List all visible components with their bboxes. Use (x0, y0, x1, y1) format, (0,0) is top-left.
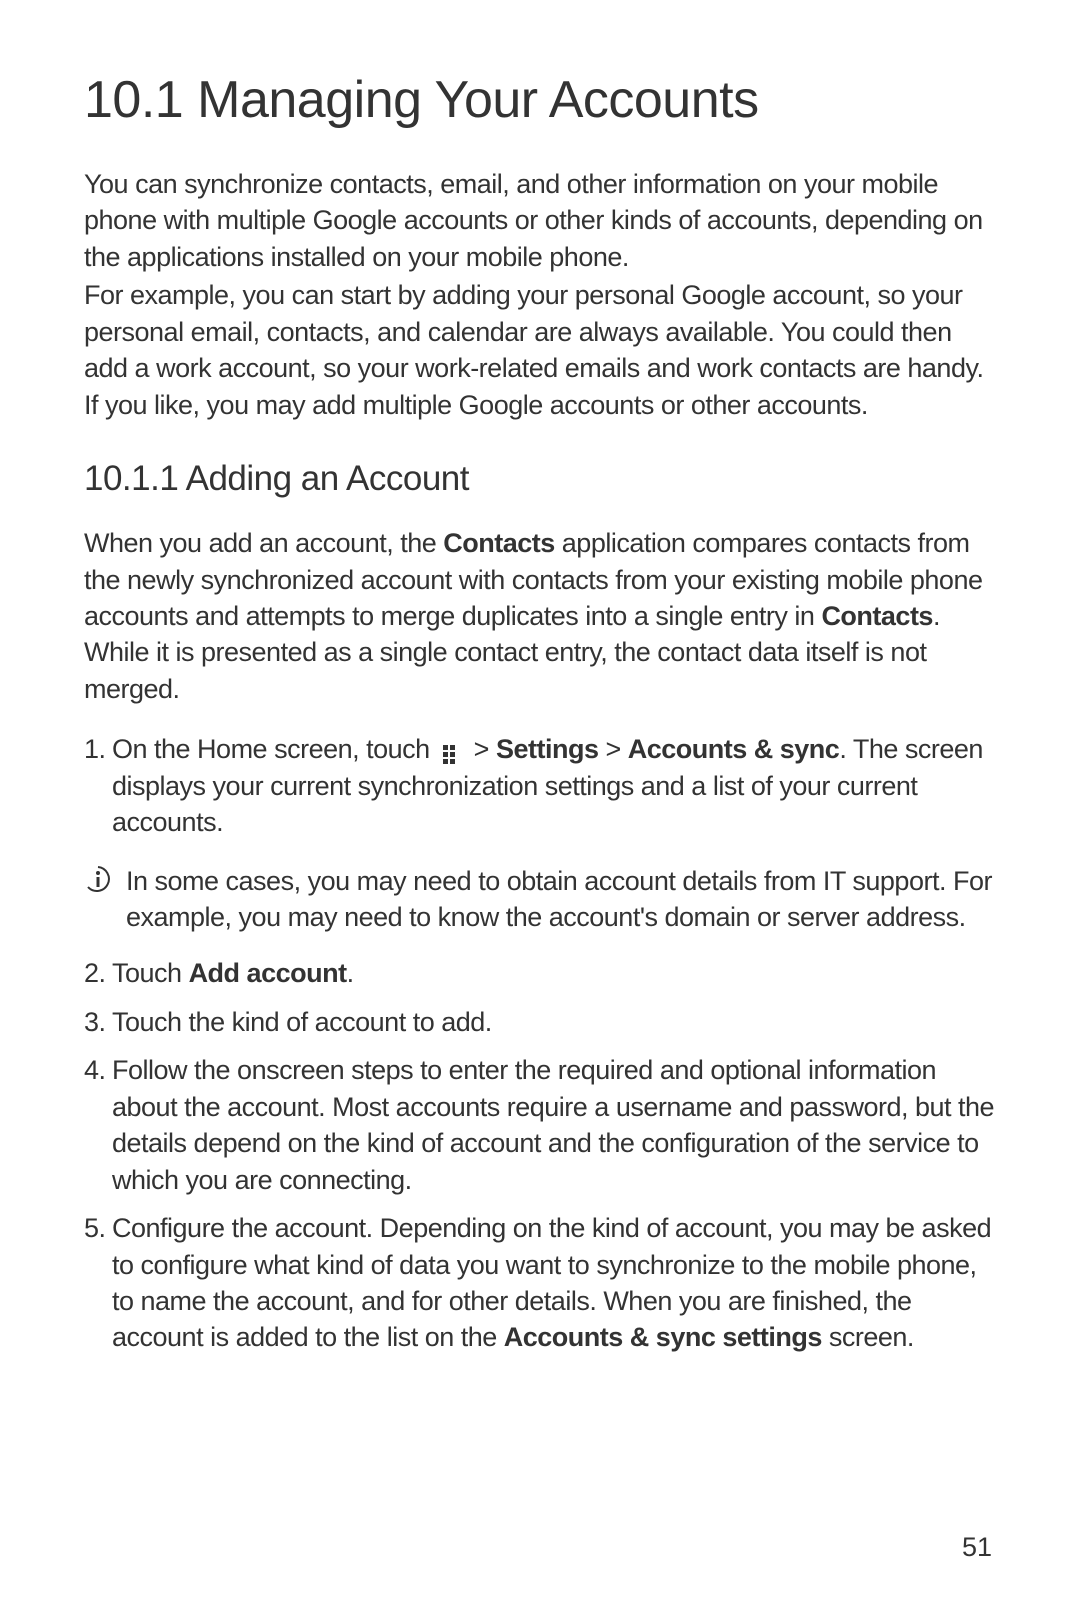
steps-list: 1. On the Home screen, touch > Settings … (84, 731, 996, 840)
step-1: 1. On the Home screen, touch > Settings … (84, 731, 996, 840)
text-fragment: . (347, 958, 354, 988)
step-4: 4. Follow the onscreen steps to enter th… (84, 1052, 996, 1198)
subsection-paragraph: When you add an account, the Contacts ap… (84, 525, 996, 707)
step-number: 2. (84, 955, 106, 991)
step-number: 4. (84, 1052, 106, 1088)
text-fragment: Follow the onscreen steps to enter the r… (112, 1055, 994, 1194)
bold-text: Settings (496, 734, 599, 764)
section-heading: 10.1 Managing Your Accounts (84, 70, 996, 130)
text-fragment: When you add an account, the (84, 528, 443, 558)
text-fragment: screen. (822, 1322, 914, 1352)
step-5: 5. Configure the account. Depending on t… (84, 1210, 996, 1356)
text-fragment: Touch (112, 958, 189, 988)
step-number: 1. (84, 731, 106, 767)
bold-text: Accounts & sync settings (504, 1322, 822, 1352)
bold-text: Contacts (821, 601, 933, 631)
bold-text: Accounts & sync (628, 734, 840, 764)
text-fragment: Touch the kind of account to add. (112, 1007, 492, 1037)
step-number: 3. (84, 1004, 106, 1040)
steps-list-cont: 2. Touch Add account. 3. Touch the kind … (84, 955, 996, 1355)
step-2: 2. Touch Add account. (84, 955, 996, 991)
step-number: 5. (84, 1210, 106, 1246)
step-3: 3. Touch the kind of account to add. (84, 1004, 996, 1040)
bold-text: Contacts (443, 528, 555, 558)
bold-text: Add account (189, 958, 347, 988)
apps-grid-icon (441, 738, 463, 760)
note-block: In some cases, you may need to obtain ac… (84, 863, 996, 936)
text-fragment: On the Home screen, touch (112, 734, 437, 764)
subsection-heading: 10.1.1 Adding an Account (84, 459, 996, 499)
intro-paragraph-2: For example, you can start by adding you… (84, 277, 996, 423)
intro-paragraph-1: You can synchronize contacts, email, and… (84, 166, 996, 275)
text-fragment: > (467, 734, 496, 764)
text-fragment: > (598, 734, 627, 764)
note-text: In some cases, you may need to obtain ac… (126, 863, 996, 936)
page-number: 51 (962, 1532, 992, 1563)
info-icon (84, 865, 112, 893)
